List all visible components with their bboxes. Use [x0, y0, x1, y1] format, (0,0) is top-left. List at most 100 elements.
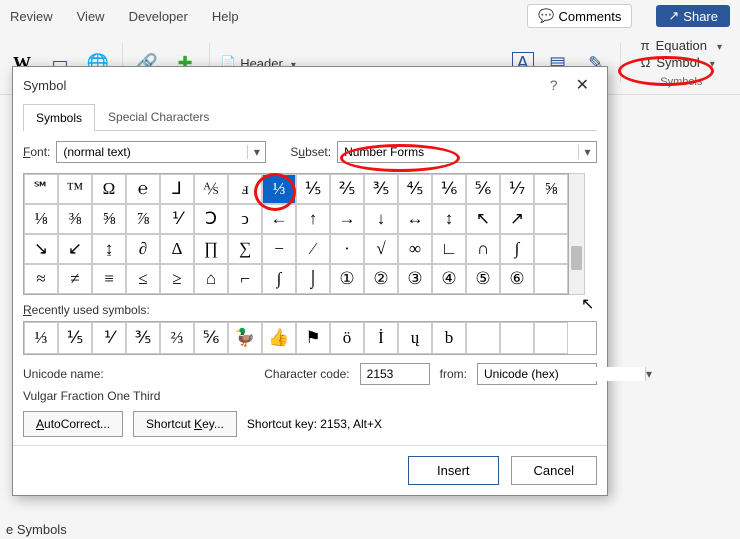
chevron-down-icon[interactable]: ▾	[578, 145, 596, 159]
symbol-cell[interactable]	[534, 234, 568, 264]
recent-symbol-cell[interactable]: ⅟	[92, 322, 126, 354]
symbol-cell[interactable]: ⌡	[296, 264, 330, 294]
tab-special-characters[interactable]: Special Characters	[95, 103, 222, 130]
subset-combo[interactable]: ▾	[337, 141, 597, 163]
symbol-cell[interactable]: ↨	[92, 234, 126, 264]
insert-button[interactable]: Insert	[408, 456, 499, 485]
symbol-cell[interactable]: ⅗	[364, 174, 398, 204]
symbol-cell[interactable]: ∞	[398, 234, 432, 264]
recent-symbol-cell[interactable]: İ	[364, 322, 398, 354]
symbol-cell[interactable]: ≡	[92, 264, 126, 294]
symbol-cell[interactable]: ⅜	[58, 204, 92, 234]
recent-symbol-cell[interactable]	[534, 322, 568, 354]
symbol-cell[interactable]: ∩	[466, 234, 500, 264]
symbol-cell[interactable]: ∏	[194, 234, 228, 264]
symbol-cell[interactable]: ∫	[500, 234, 534, 264]
tab-view[interactable]: View	[77, 9, 105, 24]
symbol-cell[interactable]: ™	[58, 174, 92, 204]
symbol-cell[interactable]: Ↄ	[194, 204, 228, 234]
symbol-cell[interactable]: ←	[262, 204, 296, 234]
chevron-down-icon[interactable]: ▾	[247, 145, 265, 159]
symbol-cell[interactable]: ↓	[364, 204, 398, 234]
recent-symbol-cell[interactable]: 👍	[262, 322, 296, 354]
shortcut-key-button[interactable]: Shortcut Key...	[133, 411, 237, 437]
symbol-cell[interactable]	[534, 204, 568, 234]
symbol-cell[interactable]: ②	[364, 264, 398, 294]
recent-symbol-cell[interactable]: ⅗	[126, 322, 160, 354]
symbol-cell[interactable]: ⅓	[262, 174, 296, 204]
symbol-cell[interactable]: ⅕	[296, 174, 330, 204]
symbol-cell[interactable]: ④	[432, 264, 466, 294]
symbol-cell[interactable]: ⌐	[228, 264, 262, 294]
symbol-cell[interactable]: ↄ	[228, 204, 262, 234]
symbol-cell[interactable]: ℮	[126, 174, 160, 204]
recent-symbol-cell[interactable]: ų	[398, 322, 432, 354]
symbol-cell[interactable]: ⅐	[500, 174, 534, 204]
symbol-cell[interactable]: ↖	[466, 204, 500, 234]
symbol-cell[interactable]: ∂	[126, 234, 160, 264]
chevron-down-icon[interactable]: ▾	[645, 367, 652, 381]
symbol-cell[interactable]	[534, 264, 568, 294]
symbol-cell[interactable]: ⅝	[534, 174, 568, 204]
symbol-cell[interactable]: ≈	[24, 264, 58, 294]
autocorrect-button[interactable]: AutoCorrect...	[23, 411, 123, 437]
symbol-cell[interactable]: ↕	[432, 204, 466, 234]
symbol-cell[interactable]: ⌂	[194, 264, 228, 294]
symbol-cell[interactable]: ↑	[296, 204, 330, 234]
symbol-cell[interactable]: −	[262, 234, 296, 264]
symbol-cell[interactable]: ①	[330, 264, 364, 294]
subset-input[interactable]	[338, 145, 578, 159]
symbol-cell[interactable]: ∫	[262, 264, 296, 294]
symbol-cell[interactable]: ⅙	[432, 174, 466, 204]
cancel-button[interactable]: Cancel	[511, 456, 597, 485]
tab-symbols[interactable]: Symbols	[23, 104, 95, 131]
symbol-cell[interactable]: ≠	[58, 264, 92, 294]
symbol-cell[interactable]: ⅝	[92, 204, 126, 234]
symbol-cell[interactable]: ⅎ	[228, 174, 262, 204]
recent-symbol-cell[interactable]: ⅚	[194, 322, 228, 354]
symbol-cell[interactable]: ⅖	[330, 174, 364, 204]
help-button[interactable]: ?	[540, 77, 568, 93]
symbol-cell[interactable]: ③	[398, 264, 432, 294]
tab-review[interactable]: Review	[10, 9, 53, 24]
symbol-cell[interactable]: →	[330, 204, 364, 234]
symbol-cell[interactable]: ∙	[330, 234, 364, 264]
from-input[interactable]	[478, 367, 645, 381]
recent-symbol-cell[interactable]: ⅕	[58, 322, 92, 354]
recent-symbol-cell[interactable]: b	[432, 322, 466, 354]
symbol-button[interactable]: Ω Symbol	[641, 55, 722, 70]
recent-symbol-cell[interactable]: ⅔	[160, 322, 194, 354]
symbol-cell[interactable]: ⅍	[194, 174, 228, 204]
symbol-cell[interactable]: ⅃	[160, 174, 194, 204]
symbol-cell[interactable]: ≤	[126, 264, 160, 294]
scrollbar-thumb[interactable]	[571, 246, 582, 270]
symbol-cell[interactable]: ≥	[160, 264, 194, 294]
recent-symbol-cell[interactable]	[466, 322, 500, 354]
recent-symbol-cell[interactable]: 🦆	[228, 322, 262, 354]
charcode-input[interactable]	[360, 363, 430, 385]
symbol-cell[interactable]: ⅟	[160, 204, 194, 234]
symbol-cell[interactable]: ℠	[24, 174, 58, 204]
symbol-cell[interactable]: ⑥	[500, 264, 534, 294]
from-combo[interactable]: ▾	[477, 363, 597, 385]
symbol-cell[interactable]: ⅘	[398, 174, 432, 204]
equation-button[interactable]: π Equation	[641, 38, 722, 53]
symbol-cell[interactable]: √	[364, 234, 398, 264]
tab-help[interactable]: Help	[212, 9, 239, 24]
symbol-cell[interactable]: Δ	[160, 234, 194, 264]
symbol-cell[interactable]: ∑	[228, 234, 262, 264]
symbol-cell[interactable]: ⅞	[126, 204, 160, 234]
recent-symbol-cell[interactable]: ö	[330, 322, 364, 354]
close-button[interactable]: ✕	[568, 75, 597, 95]
symbol-cell[interactable]: ↗	[500, 204, 534, 234]
symbol-cell[interactable]: ⅛	[24, 204, 58, 234]
symbol-cell[interactable]: ⑤	[466, 264, 500, 294]
symbol-cell[interactable]: ∟	[432, 234, 466, 264]
font-input[interactable]	[57, 145, 247, 159]
symbol-cell[interactable]: ↔	[398, 204, 432, 234]
tab-developer[interactable]: Developer	[129, 9, 188, 24]
symbol-cell[interactable]: ↙	[58, 234, 92, 264]
recent-symbol-cell[interactable]	[500, 322, 534, 354]
symbol-cell[interactable]: ↘	[24, 234, 58, 264]
recent-symbol-cell[interactable]: ⅓	[24, 322, 58, 354]
